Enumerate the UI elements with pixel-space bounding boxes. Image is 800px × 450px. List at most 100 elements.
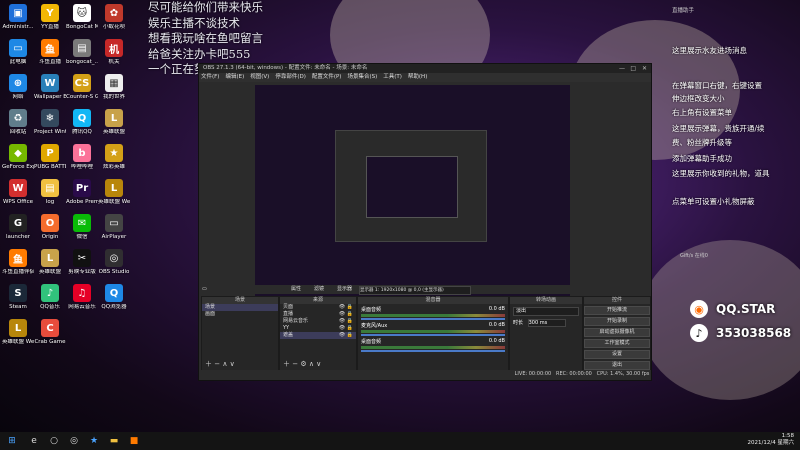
desktop-icon[interactable]: W Wallpaper Engine — [34, 74, 66, 100]
desktop-icon[interactable]: O Origin — [34, 214, 66, 240]
folder-icon[interactable]: ▬ — [108, 435, 120, 447]
desktop-icon[interactable]: Y YY直播 — [34, 4, 66, 30]
desktop-icon-label: launcher — [5, 234, 31, 240]
desktop-icon[interactable]: ✿ 小蚁花呗 — [98, 4, 130, 30]
search-icon[interactable]: ○ — [48, 435, 60, 447]
desktop-icon[interactable]: ▭ 此电脑 — [2, 39, 34, 65]
menu-item[interactable]: 停靠部件(D) — [275, 74, 306, 80]
start-icon[interactable]: ⊞ — [6, 435, 18, 447]
desktop-icon[interactable]: ◆ GeForce Experience — [2, 144, 34, 170]
desktop-icon[interactable]: ✉ 微信 — [66, 214, 98, 240]
control-button[interactable]: 开始推流 — [584, 306, 650, 315]
clock[interactable]: 1:58 2021/12/4 星期六 — [748, 433, 794, 447]
source-controls[interactable]: ＋ − ⚙ ∧ ∨ — [283, 359, 321, 369]
transition-select[interactable]: 淡出 — [513, 307, 579, 316]
control-button[interactable]: 工作室模式 — [584, 339, 650, 348]
desktop-icon[interactable]: ▦ 我的世界 — [98, 74, 130, 100]
scene-controls[interactable]: ＋ − ∧ ∨ — [205, 359, 235, 369]
desktop-icon[interactable]: b 哔哩哔哩 — [66, 144, 98, 170]
app-taskbar-icon[interactable]: ★ — [88, 435, 100, 447]
desktop-icon[interactable]: ▣ Administr... — [2, 4, 34, 30]
volume-slider[interactable] — [361, 334, 505, 336]
desktop-icon[interactable]: ▤ log — [34, 179, 66, 205]
control-button[interactable]: 退出 — [584, 361, 650, 370]
desktop-icon[interactable]: ★ 炫彩英雄 — [98, 144, 130, 170]
desktop-icon[interactable]: ✂ 剪映专业版 — [66, 249, 98, 275]
desktop-icon-label: 哔哩哔哩 — [70, 164, 93, 170]
desktop-icon[interactable]: ❄ Project Winter — [34, 109, 66, 135]
desktop-icon[interactable]: 🐱 BongoCat Mver — [66, 4, 98, 30]
source-item[interactable]: 遮盖 👁 🔒 — [280, 332, 356, 339]
desktop-icon[interactable]: 鱼斗鱼直播伴侣 — [2, 249, 34, 275]
menu-item[interactable]: 配置文件(P) — [312, 74, 342, 80]
desktop-icon[interactable]: 鱼斗鱼直播 — [34, 39, 66, 65]
desktop-icon[interactable]: Glauncher — [2, 214, 34, 240]
douyu-taskbar-icon[interactable]: ■ — [128, 435, 140, 447]
steam-icon: S — [9, 284, 27, 302]
desktop-icon[interactable]: ▭ AirPlayer — [98, 214, 130, 240]
menu-item[interactable]: 编辑(E) — [225, 74, 244, 80]
edge-icon[interactable]: e — [28, 435, 40, 447]
maximize-icon[interactable]: □ — [630, 64, 636, 73]
desktop-icon[interactable]: W WPS Office — [2, 179, 34, 205]
jianying-icon: ✂ — [73, 249, 91, 267]
menu-item[interactable]: 场景集合(S) — [347, 74, 377, 80]
desktop-icon[interactable]: ⊕ 网络 — [2, 74, 34, 100]
visibility-lock-icons[interactable]: 👁 🔒 — [339, 318, 353, 325]
transitions-title: 转场动画 — [510, 297, 582, 304]
desktop-icon[interactable]: Pr Adobe Premie... — [66, 179, 98, 205]
desktop-icon[interactable]: ▤ bongocat_... — [66, 39, 98, 65]
source-item[interactable]: 贝面 👁 🔒 — [280, 304, 356, 311]
obs-titlebar[interactable]: OBS 27.1.3 (64-bit, windows) - 配置文件: 未命名… — [199, 64, 651, 73]
nested-preview — [335, 130, 487, 242]
scene-item[interactable]: 场景 — [202, 304, 278, 311]
lol-icon: L — [41, 249, 59, 267]
menu-item[interactable]: 工具(T) — [383, 74, 402, 80]
desktop-icon[interactable]: L 英雄联盟 — [34, 249, 66, 275]
volume-meter — [361, 314, 505, 317]
desktop-icon[interactable]: ♫ 网易云音乐 — [66, 284, 98, 310]
menu-item[interactable]: 视图(V) — [250, 74, 269, 80]
desktop-icon[interactable]: L 英雄联盟 WeGame版 — [2, 319, 34, 345]
visibility-lock-icons[interactable]: 👁 🔒 — [339, 332, 353, 339]
desktop-icon-label: 英雄联盟 — [102, 129, 125, 135]
display-select[interactable]: 显示器 1: 1920x1080 @ 0,0 (主显示器) — [359, 286, 471, 295]
scene-item[interactable]: 画面 — [202, 311, 278, 318]
control-button[interactable]: 启动虚拟摄像机 — [584, 328, 650, 337]
volume-slider[interactable] — [361, 350, 505, 352]
visibility-lock-icons[interactable]: 👁 🔒 — [339, 325, 353, 332]
desktop-icon[interactable]: Q QQ浏览器 — [98, 284, 130, 310]
control-button[interactable]: 开始录制 — [584, 317, 650, 326]
desktop-icon[interactable]: 机机关 — [98, 39, 130, 65]
properties-button[interactable]: 属性 — [291, 285, 301, 294]
menu-item[interactable]: 文件(F) — [201, 74, 219, 80]
source-item[interactable]: 网易云音乐 👁 🔒 — [280, 318, 356, 325]
duration-label: 时长 — [513, 320, 524, 326]
desktop-icon[interactable]: P PUBG BATTLEGR... — [34, 144, 66, 170]
volume-slider[interactable] — [361, 318, 505, 320]
desktop-icon[interactable]: L 英雄联盟 WeGame版 — [98, 179, 130, 205]
desktop-icon[interactable]: ♪ QQ音乐 — [34, 284, 66, 310]
control-button[interactable]: 设置 — [584, 350, 650, 359]
desktop-icon[interactable]: C Crab Game — [34, 319, 66, 345]
desktop-icon[interactable]: ♻ 回收站 — [2, 109, 34, 135]
desktop-icon[interactable]: S Steam — [2, 284, 34, 310]
desktop-icon[interactable]: L 英雄联盟 — [98, 109, 130, 135]
menu-item[interactable]: 帮助(H) — [408, 74, 427, 80]
desktop-icon[interactable]: ◎ OBS Studio — [98, 249, 130, 275]
source-item[interactable]: 直播 👁 🔒 — [280, 311, 356, 318]
filters-button[interactable]: 滤镜 — [314, 285, 324, 294]
obs-window[interactable]: OBS 27.1.3 (64-bit, windows) - 配置文件: 未命名… — [198, 63, 652, 381]
source-item[interactable]: YY 👁 🔒 — [280, 325, 356, 332]
duration-input[interactable]: 300 ms — [527, 319, 566, 327]
desktop-icon-label: 英雄联盟 WeGame版 — [2, 339, 34, 345]
minimize-icon[interactable]: — — [619, 64, 625, 73]
visibility-lock-icons[interactable]: 👁 🔒 — [339, 304, 353, 311]
visibility-lock-icons[interactable]: 👁 🔒 — [339, 311, 353, 318]
obs-preview[interactable] — [255, 85, 570, 303]
desktop-icon[interactable]: Q 腾讯QQ — [66, 109, 98, 135]
network-icon: ⊕ — [9, 74, 27, 92]
obs-taskbar-icon[interactable]: ◎ — [68, 435, 80, 447]
desktop-icon[interactable]: CS Counter-S Global Of... — [66, 74, 98, 100]
close-icon[interactable]: ✕ — [642, 64, 647, 73]
